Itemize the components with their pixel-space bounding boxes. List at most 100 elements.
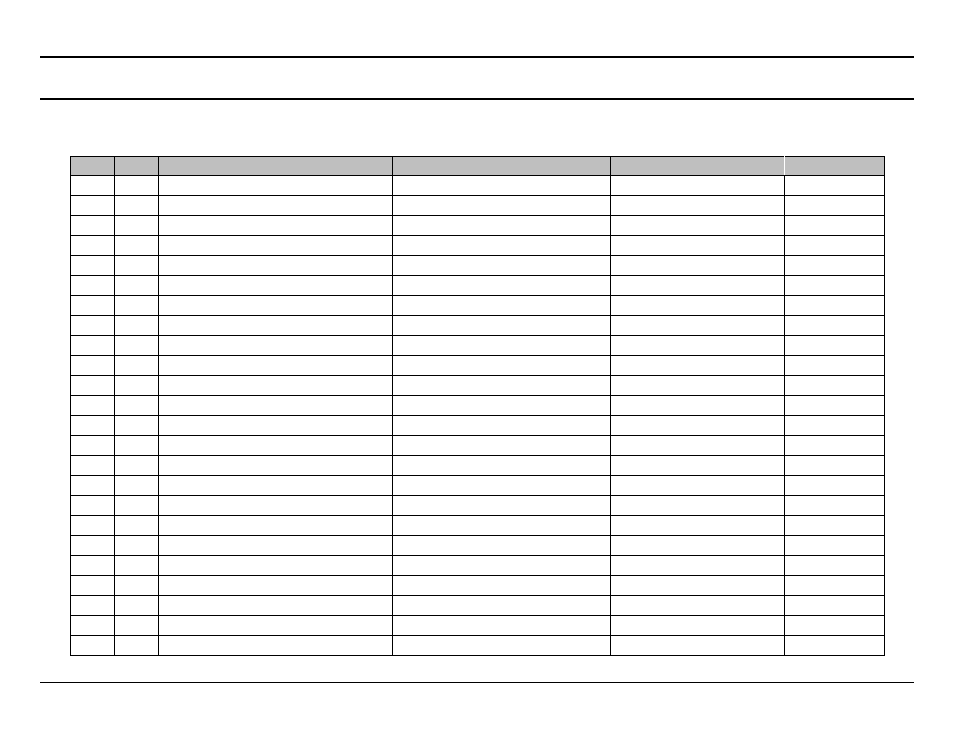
table-cell — [393, 196, 611, 216]
table-cell — [71, 396, 115, 416]
table-cell — [71, 196, 115, 216]
table-cell — [159, 476, 393, 496]
table-cell — [611, 296, 785, 316]
table-cell — [611, 316, 785, 336]
table-row — [71, 476, 885, 496]
table-cell — [115, 376, 159, 396]
table-cell — [785, 276, 885, 296]
data-table — [70, 156, 885, 656]
table-cell — [159, 316, 393, 336]
table-cell — [785, 176, 885, 196]
table-cell — [785, 376, 885, 396]
table-cell — [115, 636, 159, 656]
table-row — [71, 596, 885, 616]
table-cell — [115, 516, 159, 536]
table-cell — [71, 236, 115, 256]
table-cell — [159, 496, 393, 516]
table-cell — [785, 256, 885, 276]
table-cell — [115, 216, 159, 236]
table-cell — [611, 596, 785, 616]
table-row — [71, 356, 885, 376]
table-cell — [71, 596, 115, 616]
table-cell — [785, 556, 885, 576]
table-cell — [611, 416, 785, 436]
table-cell — [115, 556, 159, 576]
table-cell — [393, 396, 611, 416]
table-cell — [785, 636, 885, 656]
table-row — [71, 216, 885, 236]
horizontal-rule-second — [40, 98, 914, 100]
table-cell — [611, 276, 785, 296]
table-cell — [71, 416, 115, 436]
table-cell — [393, 496, 611, 516]
table-cell — [393, 356, 611, 376]
table-cell — [393, 556, 611, 576]
table-row — [71, 276, 885, 296]
table-row — [71, 416, 885, 436]
table-cell — [393, 256, 611, 276]
table-cell — [785, 396, 885, 416]
table-header-cell — [611, 157, 785, 176]
table-cell — [393, 636, 611, 656]
table-row — [71, 536, 885, 556]
table-cell — [393, 176, 611, 196]
table-cell — [785, 576, 885, 596]
table-row — [71, 176, 885, 196]
horizontal-rule-bottom — [40, 682, 914, 683]
table-cell — [71, 256, 115, 276]
table-cell — [393, 296, 611, 316]
horizontal-rule-top — [40, 56, 914, 58]
table-cell — [71, 216, 115, 236]
table-cell — [71, 576, 115, 596]
table-cell — [115, 336, 159, 356]
table-row — [71, 376, 885, 396]
table-cell — [611, 356, 785, 376]
table-cell — [785, 416, 885, 436]
table-header-cell — [785, 157, 885, 176]
table-cell — [159, 556, 393, 576]
table-cell — [71, 356, 115, 376]
table-cell — [611, 376, 785, 396]
table-cell — [71, 316, 115, 336]
table-header-cell — [115, 157, 159, 176]
table-cell — [71, 456, 115, 476]
table-cell — [159, 356, 393, 376]
table-cell — [115, 576, 159, 596]
table-cell — [393, 516, 611, 536]
table-cell — [785, 216, 885, 236]
table-cell — [115, 236, 159, 256]
table-cell — [393, 416, 611, 436]
table-cell — [71, 636, 115, 656]
table-body — [71, 176, 885, 656]
table-cell — [115, 416, 159, 436]
table-cell — [785, 296, 885, 316]
table-cell — [115, 256, 159, 276]
table-cell — [115, 596, 159, 616]
table-cell — [611, 476, 785, 496]
table-cell — [611, 456, 785, 476]
document-page — [0, 0, 954, 738]
table-row — [71, 616, 885, 636]
table-cell — [159, 176, 393, 196]
table-cell — [71, 436, 115, 456]
table-cell — [159, 276, 393, 296]
table-cell — [611, 496, 785, 516]
table-cell — [785, 336, 885, 356]
table-cell — [115, 536, 159, 556]
table-cell — [785, 436, 885, 456]
table-cell — [159, 216, 393, 236]
table-cell — [159, 416, 393, 436]
table-cell — [611, 176, 785, 196]
table-cell — [115, 436, 159, 456]
table-row — [71, 396, 885, 416]
table-row — [71, 576, 885, 596]
table-cell — [71, 376, 115, 396]
table-cell — [611, 556, 785, 576]
table-cell — [393, 376, 611, 396]
table-cell — [785, 196, 885, 216]
table-cell — [785, 536, 885, 556]
table-header-cell — [71, 157, 115, 176]
table-header — [71, 157, 885, 176]
table-cell — [785, 356, 885, 376]
table-cell — [159, 336, 393, 356]
